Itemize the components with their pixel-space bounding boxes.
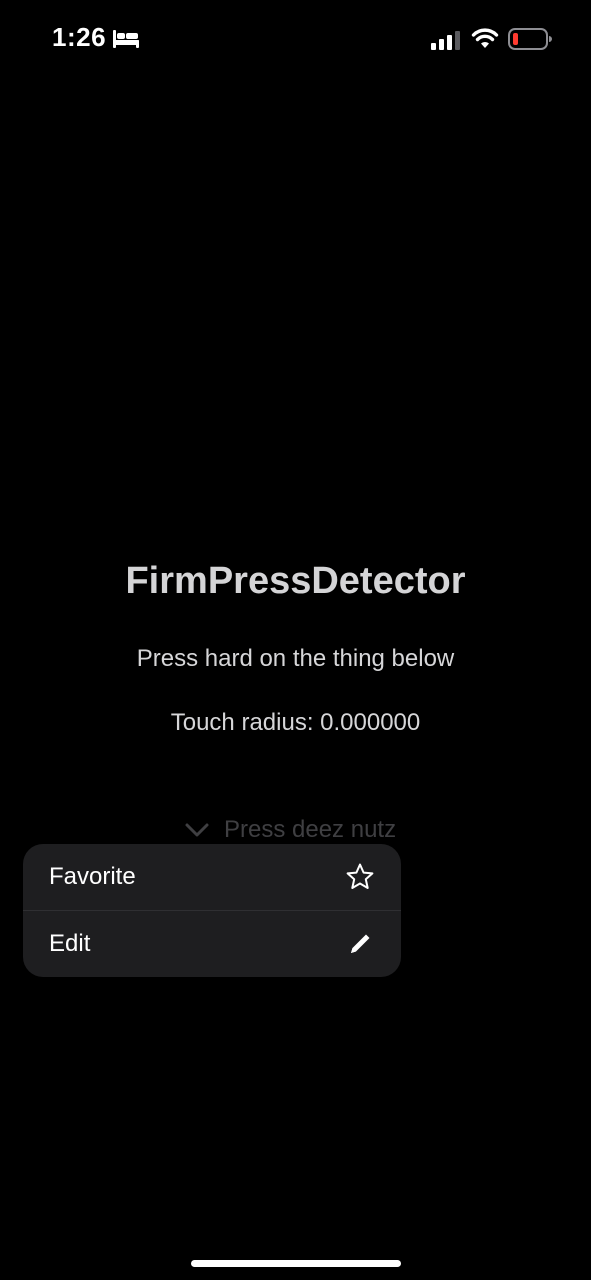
menu-item-edit[interactable]: Edit	[23, 911, 401, 977]
bed-icon	[113, 30, 139, 48]
instruction-text: Press hard on the thing below	[136, 645, 455, 672]
status-bar: 1:26	[0, 0, 591, 80]
app-title: FirmPressDetector	[125, 560, 466, 602]
menu-item-label: Edit	[49, 930, 91, 957]
star-icon	[345, 862, 375, 892]
press-button[interactable]: Press deez nutz	[184, 812, 396, 848]
press-button-label: Press deez nutz	[224, 816, 397, 843]
wifi-icon	[471, 28, 499, 48]
status-time: 1:26	[52, 22, 107, 52]
menu-item-favorite[interactable]: Favorite	[23, 844, 401, 910]
menu-item-label: Favorite	[49, 863, 136, 890]
context-menu: Favorite Edit	[23, 844, 401, 977]
cellular-signal-icon	[431, 31, 460, 50]
battery-low-icon	[508, 28, 552, 50]
touch-radius-label: Touch radius: 0.000000	[170, 709, 421, 736]
home-indicator[interactable]	[191, 1260, 401, 1267]
pencil-icon	[345, 929, 375, 959]
chevron-down-icon	[185, 823, 209, 837]
